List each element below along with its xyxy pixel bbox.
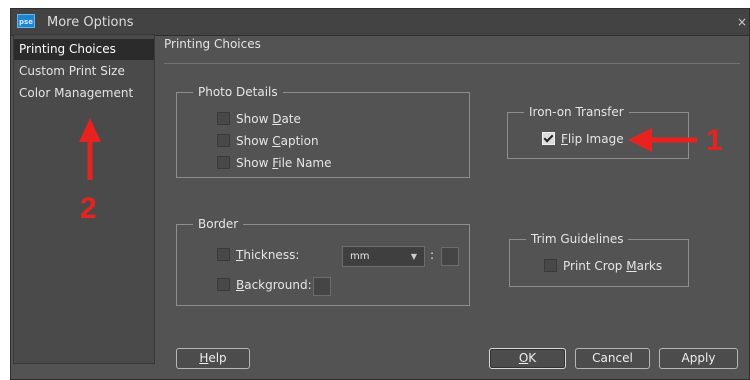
annotation-arrow-1: [628, 128, 697, 152]
annotation-overlay: 1 2: [79, 118, 723, 225]
annotation-arrow-2: [79, 118, 101, 180]
annotation-label-2: 2: [80, 192, 97, 225]
annotation-label-1: 1: [706, 124, 723, 157]
